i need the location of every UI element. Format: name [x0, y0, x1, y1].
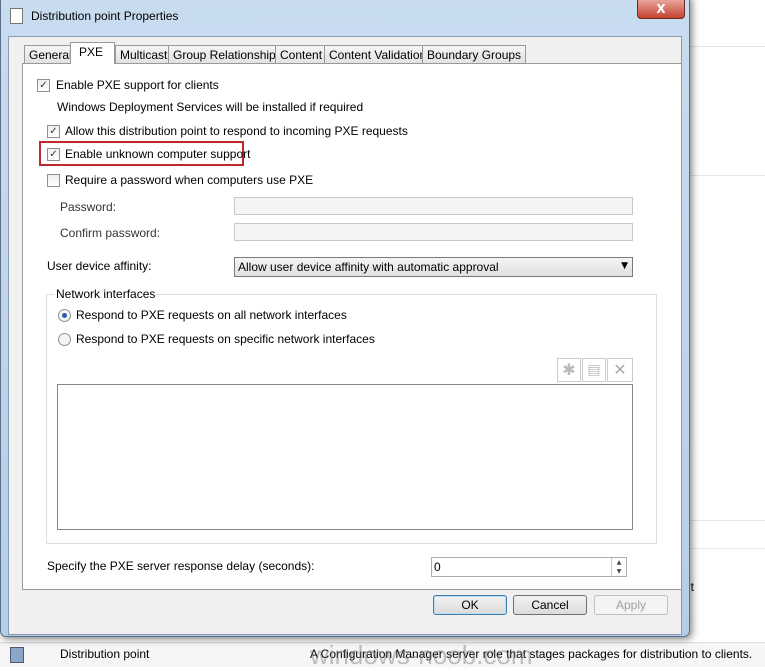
- unknown-computer-checkbox[interactable]: ✓: [47, 148, 60, 161]
- distribution-point-icon: [10, 647, 24, 663]
- row-name: Distribution point: [60, 647, 150, 661]
- delay-label: Specify the PXE server response delay (s…: [47, 559, 315, 573]
- close-button[interactable]: X: [637, 0, 685, 19]
- password-label: Password:: [60, 200, 117, 214]
- wds-note: Windows Deployment Services will be inst…: [57, 100, 364, 114]
- network-interfaces-label: Network interfaces: [54, 287, 158, 301]
- chevron-down-icon: ▼: [621, 261, 628, 271]
- enable-pxe-label: Enable PXE support for clients: [56, 78, 219, 92]
- network-interfaces-list[interactable]: [57, 384, 633, 530]
- allow-respond-label: Allow this distribution point to respond…: [65, 124, 408, 138]
- tab-multicast[interactable]: Multicast: [115, 45, 173, 63]
- respond-all-label: Respond to PXE requests on all network i…: [76, 308, 347, 322]
- apply-button[interactable]: Apply: [594, 595, 668, 615]
- unknown-computer-label: Enable unknown computer support: [65, 147, 251, 161]
- tab-pxe[interactable]: PXE: [70, 42, 115, 64]
- password-input[interactable]: [234, 197, 633, 215]
- confirm-password-label: Confirm password:: [60, 226, 161, 240]
- tab-content[interactable]: Content: [275, 45, 328, 63]
- spinner-arrows-icon[interactable]: ▲ ▼: [611, 558, 626, 576]
- dialog-icon: [10, 8, 23, 24]
- delay-value: 0: [434, 560, 441, 574]
- properties-icon[interactable]: ▤: [582, 358, 606, 382]
- tab-group-relationships[interactable]: Group Relationships: [168, 45, 287, 63]
- confirm-password-input[interactable]: [234, 223, 633, 241]
- respond-specific-radio[interactable]: [58, 333, 71, 346]
- require-password-label: Require a password when computers use PX…: [65, 173, 314, 187]
- watermark: windows-noob.com: [310, 640, 533, 670]
- delay-spinbox[interactable]: 0 ▲ ▼: [431, 557, 627, 577]
- affinity-dropdown[interactable]: Allow user device affinity with automati…: [234, 257, 633, 277]
- ok-button[interactable]: OK: [433, 595, 507, 615]
- affinity-value: Allow user device affinity with automati…: [238, 260, 499, 274]
- require-password-checkbox[interactable]: [47, 174, 60, 187]
- respond-specific-label: Respond to PXE requests on specific netw…: [76, 332, 375, 346]
- delete-x-icon[interactable]: ✕: [607, 358, 633, 382]
- cancel-button[interactable]: Cancel: [513, 595, 587, 615]
- new-star-icon[interactable]: ✱: [557, 358, 581, 382]
- tab-general[interactable]: General: [24, 45, 77, 63]
- tab-content-validation[interactable]: Content Validation: [324, 45, 432, 63]
- tab-boundary-groups[interactable]: Boundary Groups: [422, 45, 527, 63]
- dialog-title: Distribution point Properties: [31, 9, 179, 23]
- respond-all-radio[interactable]: [58, 309, 71, 322]
- allow-respond-checkbox[interactable]: ✓: [47, 125, 60, 138]
- affinity-label: User device affinity:: [47, 259, 152, 273]
- enable-pxe-checkbox[interactable]: ✓: [37, 79, 50, 92]
